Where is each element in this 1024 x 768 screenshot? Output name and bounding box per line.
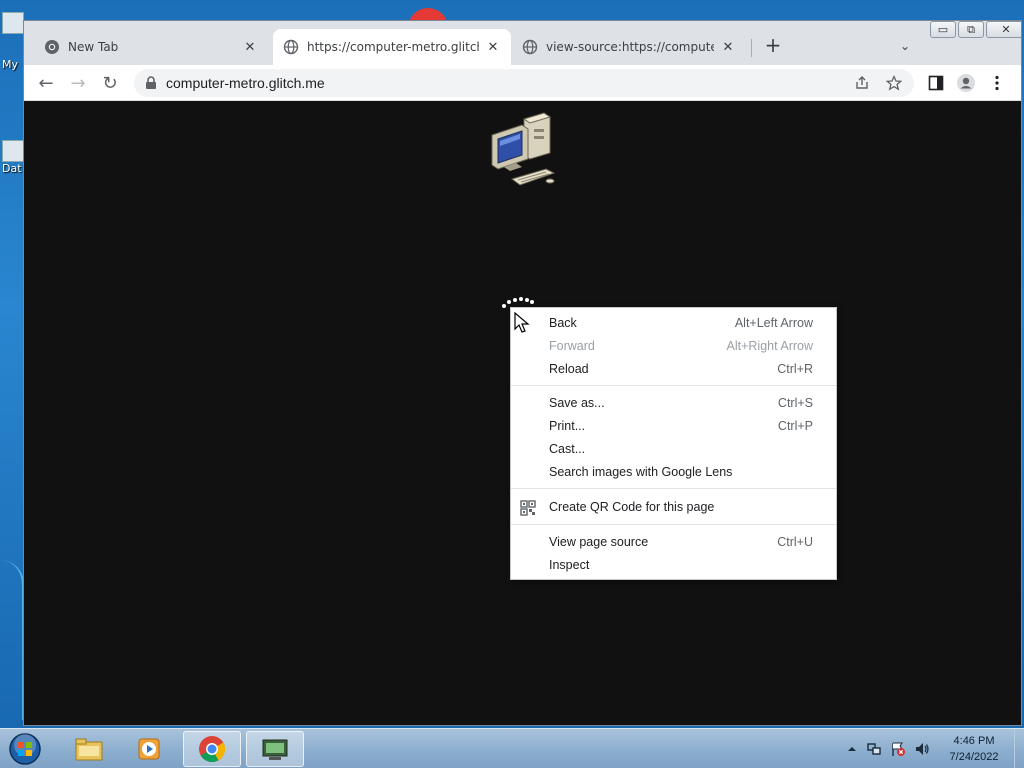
menu-item-shortcut: Ctrl+S bbox=[777, 396, 813, 410]
computer-illustration-icon[interactable] bbox=[488, 109, 558, 191]
tab-view-source[interactable]: view-source:https://computer-metro.glitc… bbox=[512, 29, 746, 65]
menu-item-shortcut: Alt+Right Arrow bbox=[726, 339, 814, 353]
context-menu-item-forward[interactable]: Forward Alt+Right Arrow bbox=[511, 335, 836, 358]
context-menu-item-print[interactable]: Print... Ctrl+P bbox=[511, 415, 836, 438]
tab-search-chevron-icon[interactable]: ⌄ bbox=[894, 35, 916, 57]
menu-item-shortcut: Ctrl+P bbox=[777, 419, 813, 433]
chrome-icon bbox=[45, 40, 59, 54]
menu-separator bbox=[511, 385, 836, 386]
menu-item-label: Forward bbox=[549, 339, 595, 353]
windows-taskbar: 4:46 PM 7/24/2022 bbox=[0, 728, 1024, 768]
context-menu: Back Alt+Left Arrow Forward Alt+Right Ar… bbox=[510, 307, 837, 580]
data-desktop-icon[interactable] bbox=[2, 140, 24, 162]
menu-item-label: Inspect bbox=[549, 558, 590, 572]
lock-icon[interactable] bbox=[145, 76, 157, 90]
clock-time: 4:46 PM bbox=[953, 735, 995, 747]
menu-separator bbox=[511, 524, 836, 525]
menu-separator bbox=[511, 488, 836, 489]
chrome-icon bbox=[199, 736, 226, 763]
taskbar-file-explorer[interactable] bbox=[60, 731, 118, 767]
clock-date: 7/24/2022 bbox=[949, 751, 999, 763]
address-bar[interactable]: computer-metro.glitch.me bbox=[134, 69, 914, 97]
menu-item-label: View page source bbox=[549, 535, 649, 549]
context-menu-item-save-as[interactable]: Save as... Ctrl+S bbox=[511, 392, 836, 415]
wallpaper-swoosh bbox=[0, 560, 24, 720]
context-menu-item-view-source[interactable]: View page source Ctrl+U bbox=[511, 531, 836, 554]
reload-button[interactable]: ↻ bbox=[98, 71, 122, 95]
globe-icon bbox=[283, 39, 299, 55]
tab-title: New Tab bbox=[68, 40, 119, 54]
taskbar-chrome[interactable] bbox=[183, 731, 241, 767]
context-menu-item-qr-code[interactable]: Create QR Code for this page bbox=[511, 496, 836, 519]
qr-code-icon bbox=[520, 500, 536, 516]
tab-title: view-source:https://computer-metro.glitc… bbox=[546, 40, 714, 54]
tab-new-tab[interactable]: New Tab ✕ bbox=[34, 29, 268, 65]
url-text: computer-metro.glitch.me bbox=[166, 75, 325, 91]
context-menu-item-back[interactable]: Back Alt+Left Arrow bbox=[511, 312, 836, 335]
taskbar-clock[interactable]: 4:46 PM 7/24/2022 bbox=[936, 733, 1012, 765]
my-computer-desktop-icon[interactable] bbox=[2, 12, 24, 34]
mouse-pointer-icon bbox=[514, 312, 530, 333]
taskbar-media-player[interactable] bbox=[120, 731, 178, 767]
back-button[interactable]: ← bbox=[34, 71, 58, 95]
volume-icon[interactable] bbox=[914, 741, 930, 757]
context-menu-item-reload[interactable]: Reload Ctrl+R bbox=[511, 358, 836, 381]
forward-button[interactable]: → bbox=[66, 71, 90, 95]
browser-toolbar: ← → ↻ computer-metro.glitch.me bbox=[24, 65, 1021, 101]
system-tray bbox=[840, 729, 950, 768]
desktop-icon-label: My bbox=[2, 58, 19, 71]
tab-computer-metro[interactable]: https://computer-metro.glitch.me ✕ bbox=[273, 29, 511, 65]
profile-avatar-icon[interactable] bbox=[956, 73, 976, 93]
close-tab-icon[interactable]: ✕ bbox=[720, 39, 736, 55]
menu-item-label: Save as... bbox=[549, 396, 605, 410]
menu-item-shortcut: Ctrl+R bbox=[777, 362, 813, 376]
tab-strip: New Tab ✕ https://computer-metro.glitch.… bbox=[24, 21, 1021, 65]
close-window-button[interactable]: ✕ bbox=[986, 21, 1021, 38]
menu-item-label: Print... bbox=[549, 419, 586, 433]
menu-item-label: Search images with Google Lens bbox=[549, 465, 733, 479]
context-menu-item-google-lens[interactable]: Search images with Google Lens bbox=[511, 461, 836, 484]
desktop-left-edge: My Dat bbox=[0, 0, 24, 728]
more-menu-icon[interactable] bbox=[994, 75, 1000, 91]
minimize-button[interactable]: ▭ bbox=[930, 21, 956, 38]
menu-item-label: Back bbox=[549, 316, 577, 330]
side-panel-icon[interactable] bbox=[928, 75, 944, 91]
menu-item-shortcut: Ctrl+U bbox=[777, 535, 813, 549]
globe-icon bbox=[522, 39, 538, 55]
taskbar-computer-app[interactable] bbox=[246, 731, 304, 767]
menu-item-label: Cast... bbox=[549, 442, 586, 456]
context-menu-item-inspect[interactable]: Inspect bbox=[511, 554, 836, 577]
new-tab-button[interactable]: + bbox=[762, 35, 784, 57]
menu-item-label: Create QR Code for this page bbox=[549, 500, 715, 514]
show-desktop-button[interactable] bbox=[1014, 729, 1024, 768]
window-controls: ▭ ⧉ ✕ bbox=[928, 21, 1021, 39]
share-icon[interactable] bbox=[854, 75, 870, 91]
show-hidden-icons-icon[interactable] bbox=[844, 741, 860, 757]
menu-item-shortcut: Alt+Left Arrow bbox=[734, 316, 813, 330]
action-center-flag-icon[interactable] bbox=[890, 741, 906, 757]
computer-app-icon bbox=[262, 739, 288, 760]
network-icon[interactable] bbox=[866, 741, 882, 757]
start-button-icon[interactable] bbox=[6, 731, 44, 767]
close-tab-icon[interactable]: ✕ bbox=[242, 39, 258, 55]
tab-separator bbox=[751, 39, 752, 57]
desktop-icon-label: Dat bbox=[2, 162, 22, 175]
close-tab-icon[interactable]: ✕ bbox=[485, 39, 501, 55]
menu-item-label: Reload bbox=[549, 362, 589, 376]
bookmark-star-icon[interactable] bbox=[886, 75, 902, 91]
folder-icon bbox=[75, 738, 103, 761]
tab-title: https://computer-metro.glitch.me bbox=[307, 40, 479, 54]
media-player-icon bbox=[138, 738, 160, 760]
restore-button[interactable]: ⧉ bbox=[958, 21, 984, 38]
context-menu-item-cast[interactable]: Cast... bbox=[511, 438, 836, 461]
